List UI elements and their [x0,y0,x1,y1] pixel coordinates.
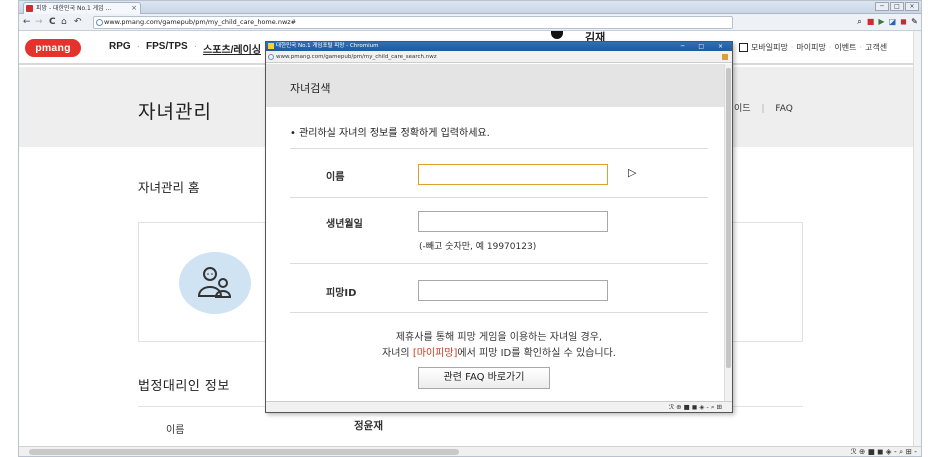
scroll-thumb[interactable] [29,449,459,455]
browser-toolbar: ← → C ⌂ ↶ www.pmang.com/gamepub/pm/my_ch… [19,14,921,31]
pmang-favicon-icon [26,5,33,12]
play-ext-icon[interactable]: ▶ [877,17,886,27]
popup-scrollbar[interactable] [724,64,732,403]
tab-bar: 피망 - 대한민국 No.1 게임 ... × ─ □ × [19,1,921,14]
history-button[interactable]: ↶ [74,16,82,28]
popup-window-controls[interactable]: ─ □ × [681,42,729,51]
mobile-checkbox-icon [739,43,748,52]
birthdate-hint: (-빼고 숫자만, 예 19970123) [419,242,537,252]
nav-sports-racing[interactable]: 스포츠/레이싱 [203,41,261,56]
pmang-logo[interactable]: pmang [25,39,81,57]
main-nav: RPG · FPS/TPS · 스포츠/레이싱 [109,41,261,56]
related-faq-button[interactable]: 관련 FAQ 바로가기 [418,367,550,389]
pmang-id-input[interactable] [418,280,608,301]
globe-icon [268,54,274,60]
maximize-button[interactable]: □ [890,2,904,11]
popup-url: www.pmang.com/gamepub/pm/my_child_care_s… [276,54,437,60]
divider [290,197,708,198]
divider [290,148,708,149]
address-bar[interactable]: www.pmang.com/gamepub/pm/my_child_care_h… [93,16,733,29]
name-input[interactable] [418,164,608,185]
home-button[interactable]: ⌂ [61,16,67,28]
page-title: 자녀관리 [138,101,212,123]
browser-tab[interactable]: 피망 - 대한민국 No.1 게임 ... × [23,2,141,14]
tab-title: 피망 - 대한민국 No.1 게임 ... [36,5,112,12]
my-pmang-highlight[interactable]: [마이피망] [413,348,458,359]
window-controls: ─ □ × [875,2,919,12]
popup-titlebar: 대한민국 No.1 게임포털 피망 - Chromium ─ □ × [266,42,732,51]
notice-line-1: 제휴사를 통해 피망 게임을 이용하는 자녀일 경우, [395,332,603,343]
nav-separator: · [136,41,141,52]
util-mobile-pmang[interactable]: 모바일피망 [751,42,788,53]
mouse-cursor-icon: ▷ [628,166,637,179]
child-avatar [179,252,251,314]
page-action-icon[interactable] [722,54,728,60]
birthdate-label: 생년월일 [326,219,363,230]
popup-status-bar: ℛ ⊕ ■ ◼ ◈ - ⌕ ⊞ [266,401,732,412]
extension-icons: ⌕ ■ ▶ ◪ ◼ ✎ [855,17,919,27]
home-heading: 자녀관리 홈 [138,180,200,195]
birthdate-input[interactable] [418,211,608,232]
notice-line-2: 자녀의 [마이피망]에서 피망 ID를 확인하실 수 있습니다. [382,348,616,359]
divider [290,263,708,264]
reload-button[interactable]: C [49,16,56,28]
block-ext-icon[interactable]: ◼ [899,17,908,27]
parent-child-icon [197,267,232,298]
status-bar-icons: ℛ ⊕ ■ ◼ ◈ - ⌕ ⊞ - [850,447,917,456]
sub-nav: 이드 | FAQ [734,104,793,114]
close-window-button[interactable]: × [905,2,919,11]
popup-header-band [266,64,732,107]
subnav-guide[interactable]: 이드 [734,104,751,114]
util-customer-center[interactable]: 고객센 [865,42,887,53]
legal-guardian-heading: 법정대리인 정보 [138,379,230,394]
address-bar-url: www.pmang.com/gamepub/pm/my_child_care_h… [104,18,297,26]
back-button[interactable]: ← [23,16,31,28]
popup-favicon-icon [268,43,274,49]
page-horizontal-scrollbar[interactable]: ℛ ⊕ ■ ◼ ◈ - ⌕ ⊞ - [19,446,921,456]
util-event[interactable]: 이벤트 [834,42,856,53]
legal-name-label: 이름 [166,425,185,436]
popup-heading: 자녀검색 [290,82,331,95]
child-search-popup: 대한민국 No.1 게임포털 피망 - Chromium ─ □ × www.p… [265,41,733,413]
minimize-button[interactable]: ─ [875,2,889,11]
search-ext-icon[interactable]: ⌕ [855,17,864,27]
popup-window-title: 대한민국 No.1 게임포털 피망 - Chromium [276,43,379,49]
nav-rpg[interactable]: RPG [109,41,131,56]
nav-fps[interactable]: FPS/TPS [146,41,188,56]
browser-window: 피망 - 대한민국 No.1 게임 ... × ─ □ × ← → C ⌂ ↶ … [18,0,922,457]
subnav-faq[interactable]: FAQ [775,104,792,114]
pmang-id-label: 피망ID [326,288,357,299]
forward-button[interactable]: → [35,16,43,28]
tab-close-icon[interactable]: × [131,3,137,14]
utility-nav: 모바일피망 · 마이피망 · 이벤트 · 고객센 [739,42,887,53]
popup-scroll-thumb[interactable] [726,68,731,368]
popup-address-bar: www.pmang.com/gamepub/pm/my_child_care_s… [266,51,732,63]
page-vertical-scrollbar[interactable] [913,31,921,446]
popup-status-icons: ℛ ⊕ ■ ◼ ◈ - ⌕ ⊞ [668,403,722,411]
red-ext-icon[interactable]: ■ [866,17,875,27]
util-my-pmang[interactable]: 마이피망 [796,42,825,53]
name-label: 이름 [326,172,345,183]
legal-name-value: 정윤재 [354,420,383,432]
popup-description: • 관리하실 자녀의 정보를 정확하게 입력하세요. [290,128,490,139]
wrench-icon[interactable]: ✎ [910,17,919,27]
nav-separator: · [193,41,198,52]
window-ext-icon[interactable]: ◪ [888,17,897,27]
divider [290,312,708,313]
globe-icon [96,19,103,26]
